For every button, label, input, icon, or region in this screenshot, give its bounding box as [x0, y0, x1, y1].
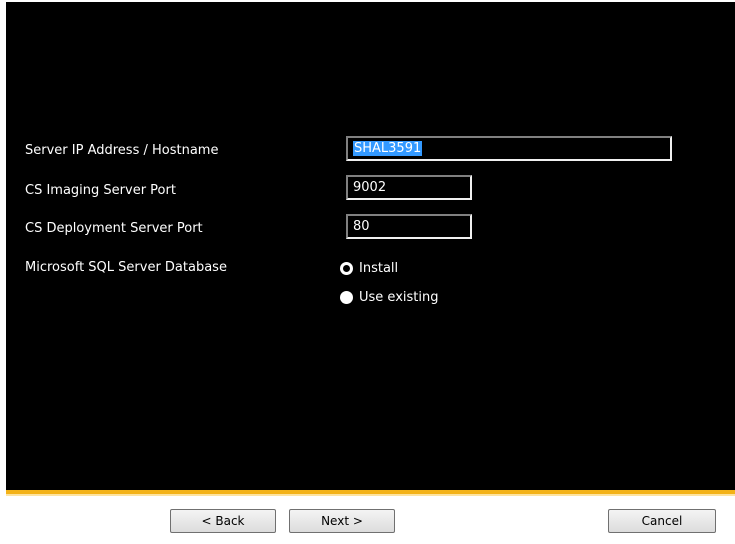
- imaging-port-label: CS Imaging Server Port: [25, 183, 176, 198]
- next-button[interactable]: Next >: [289, 509, 395, 533]
- back-button-label: < Back: [201, 514, 245, 528]
- deployment-port-value: 80: [353, 219, 370, 234]
- wizard-content-panel: [6, 2, 735, 490]
- radio-unchecked-icon[interactable]: [340, 291, 353, 304]
- next-button-label: Next >: [321, 514, 363, 528]
- server-ip-value: SHAL3591: [353, 141, 423, 156]
- server-ip-input[interactable]: SHAL3591: [346, 136, 672, 161]
- radio-use-existing-label: Use existing: [359, 290, 439, 305]
- radio-use-existing[interactable]: Use existing: [340, 290, 438, 305]
- cancel-button[interactable]: Cancel: [608, 509, 716, 533]
- imaging-port-value: 9002: [353, 180, 387, 195]
- sql-database-label: Microsoft SQL Server Database: [25, 260, 227, 275]
- imaging-port-input[interactable]: 9002: [346, 175, 472, 200]
- radio-install-label: Install: [359, 261, 399, 276]
- server-ip-label: Server IP Address / Hostname: [25, 143, 219, 158]
- cancel-button-label: Cancel: [641, 514, 683, 528]
- deployment-port-label: CS Deployment Server Port: [25, 221, 203, 236]
- radio-checked-icon[interactable]: [340, 262, 353, 275]
- deployment-port-input[interactable]: 80: [346, 214, 472, 239]
- back-button[interactable]: < Back: [170, 509, 276, 533]
- radio-install[interactable]: Install: [340, 261, 398, 276]
